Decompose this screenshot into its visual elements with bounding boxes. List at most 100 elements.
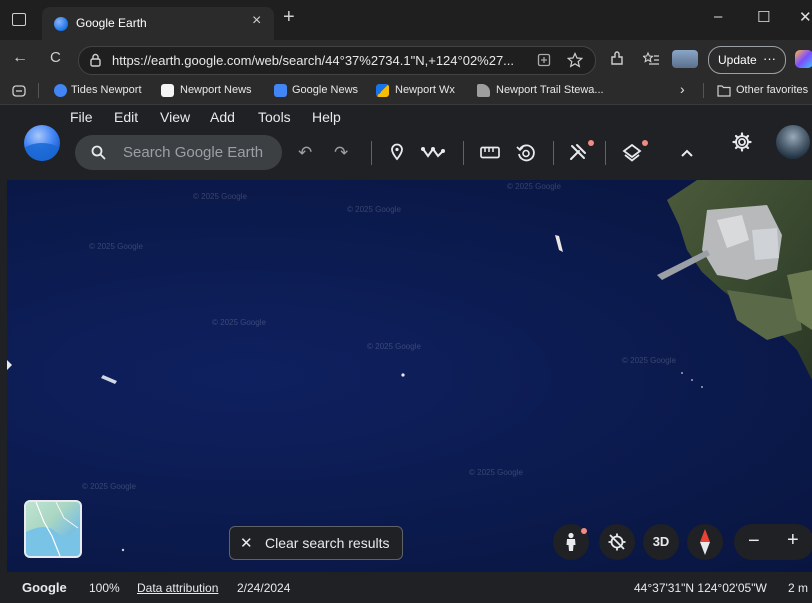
extensions-icon[interactable]: [609, 51, 625, 67]
imagery-watermark: © 2025 Google: [469, 468, 523, 477]
mini-map-icon: [26, 502, 80, 556]
scale-readout: 2 m: [788, 581, 809, 595]
app-available-icon[interactable]: [537, 53, 551, 67]
projects-icon[interactable]: [568, 142, 588, 162]
search-input[interactable]: Search Google Earth: [75, 135, 282, 170]
3d-label: 3D: [652, 534, 670, 549]
map-viewport[interactable]: © 2025 Google © 2025 Google © 2025 Googl…: [7, 180, 812, 572]
collapse-toolbar-chevron-up-icon[interactable]: [681, 149, 693, 157]
bookmark-newport-news[interactable]: Newport News: [180, 84, 252, 96]
imagery-watermark: © 2025 Google: [507, 182, 561, 191]
zoom-in-button[interactable]: +: [787, 529, 799, 552]
bookmark-google-news[interactable]: Google News: [292, 84, 358, 96]
imagery-watermark: © 2025 Google: [82, 482, 136, 491]
layers-notification-dot: [642, 140, 648, 146]
measure-ruler-icon[interactable]: [480, 146, 500, 159]
profile-picture-icon[interactable]: [672, 50, 698, 68]
bookmark-newport-trail[interactable]: Newport Trail Stewa...: [496, 84, 604, 96]
imagery-watermark: © 2025 Google: [367, 342, 421, 351]
tab-title: Google Earth: [76, 16, 147, 30]
tab-close-icon[interactable]: ×: [252, 12, 261, 30]
status-bar: Google 100% Data attribution 2/24/2024 4…: [0, 572, 812, 603]
site-info-icon[interactable]: [89, 53, 102, 67]
back-button[interactable]: ←: [12, 49, 28, 67]
more-bookmarks-chevron-icon[interactable]: ›: [680, 81, 685, 97]
undo-icon[interactable]: ↶: [298, 143, 312, 163]
minimize-button[interactable]: –: [714, 8, 722, 25]
clear-search-label: Clear search results: [265, 535, 390, 551]
redo-icon[interactable]: ↷: [334, 143, 348, 163]
compass-button[interactable]: [687, 524, 723, 560]
my-location-off-icon: [608, 533, 626, 551]
search-placeholder: Search Google Earth: [123, 144, 264, 161]
menu-file[interactable]: File: [70, 109, 93, 125]
menu-edit[interactable]: Edit: [114, 109, 138, 125]
toggle-3d-button[interactable]: 3D: [643, 524, 679, 560]
maximize-button[interactable]: ☐: [757, 8, 770, 26]
bookmark-tides-newport[interactable]: Tides Newport: [71, 84, 142, 96]
zoom-percentage: 100%: [89, 581, 120, 595]
reload-button[interactable]: C: [50, 49, 61, 66]
favorites-list-icon[interactable]: [643, 51, 660, 67]
draw-path-icon[interactable]: [421, 145, 445, 159]
toolbar-divider-4: [605, 141, 606, 165]
address-toolbar: ← C https://earth.google.com/web/search/…: [0, 40, 812, 78]
close-window-button[interactable]: ✕: [799, 8, 812, 26]
satellite-shoreline: [7, 180, 812, 552]
imagery-watermark: © 2025 Google: [347, 205, 401, 214]
toolbar-divider-3: [553, 141, 554, 165]
menu-help[interactable]: Help: [312, 109, 341, 125]
imagery-watermark: © 2025 Google: [622, 356, 676, 365]
zoom-out-button[interactable]: −: [748, 530, 760, 553]
update-label: Update: [718, 53, 757, 67]
clear-search-results-button[interactable]: ✕ Clear search results: [229, 526, 403, 560]
google-earth-header: File Edit View Add Tools Help Search Goo…: [0, 105, 812, 180]
cursor-coordinates: 44°37'31"N 124°02'05"W: [634, 581, 767, 595]
data-attribution-link[interactable]: Data attribution: [137, 581, 218, 595]
google-logo: Google: [22, 580, 67, 595]
google-earth-favicon-icon: [54, 17, 68, 31]
newport-trail-favicon-icon: [477, 84, 490, 97]
map-style-layers-icon[interactable]: [622, 143, 642, 163]
favorite-star-icon[interactable]: [567, 52, 583, 68]
bookmarks-divider: [38, 83, 39, 98]
historical-imagery-icon[interactable]: [516, 143, 536, 163]
newport-wx-favicon-icon: [376, 84, 389, 97]
search-icon: [91, 145, 106, 160]
copilot-icon[interactable]: [795, 50, 812, 68]
bookmark-newport-wx[interactable]: Newport Wx: [395, 84, 455, 96]
street-view-pegman-button[interactable]: [553, 524, 589, 560]
collections-icon[interactable]: [12, 85, 26, 97]
new-tab-button[interactable]: +: [283, 6, 295, 29]
imagery-watermark: © 2025 Google: [212, 318, 266, 327]
imagery-date: 2/24/2024: [237, 581, 291, 595]
menu-tools[interactable]: Tools: [258, 109, 291, 125]
bookmarks-bar: Tides Newport Newport News Google News N…: [0, 78, 812, 105]
settings-gear-icon[interactable]: [732, 132, 752, 152]
account-avatar[interactable]: [776, 125, 810, 159]
imagery-watermark: © 2025 Google: [193, 192, 247, 201]
placemark-icon[interactable]: [390, 143, 404, 161]
street-view-notification-dot: [581, 528, 587, 534]
address-bar[interactable]: https://earth.google.com/web/search/44°3…: [78, 46, 596, 75]
close-icon: ✕: [240, 535, 253, 552]
update-button[interactable]: Update ···: [708, 46, 786, 74]
google-earth-logo[interactable]: [24, 125, 60, 161]
tab-actions-icon[interactable]: [12, 13, 26, 26]
more-options-icon[interactable]: ···: [763, 51, 776, 66]
url-text: https://earth.google.com/web/search/44°3…: [112, 53, 515, 68]
menu-add[interactable]: Add: [210, 109, 235, 125]
tab-google-earth[interactable]: Google Earth ×: [42, 7, 274, 40]
zoom-controls: − +: [734, 524, 812, 560]
google-news-favicon-icon: [274, 84, 287, 97]
location-button[interactable]: [599, 524, 635, 560]
compass-needle-icon: [700, 529, 710, 555]
projects-notification-dot: [588, 140, 594, 146]
folder-icon: [717, 85, 731, 97]
pegman-icon: [566, 532, 576, 551]
toolbar-divider: [371, 141, 372, 165]
other-favorites[interactable]: Other favorites: [736, 84, 808, 96]
bookmarks-divider-2: [703, 83, 704, 98]
base-map-thumbnail[interactable]: [24, 500, 82, 558]
menu-view[interactable]: View: [160, 109, 190, 125]
